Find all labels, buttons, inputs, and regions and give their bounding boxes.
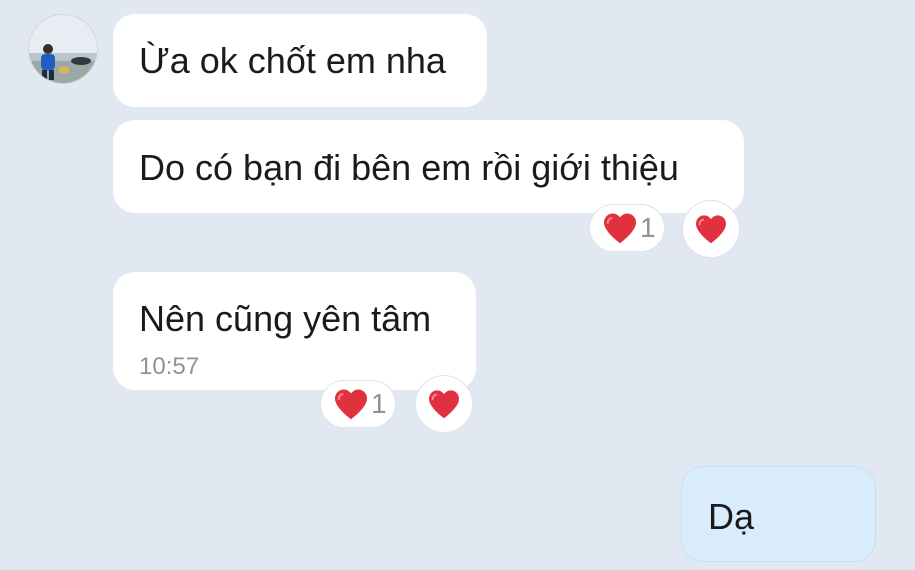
reaction-summary[interactable]: 1 [589,204,665,252]
message-text: Dạ [708,496,755,537]
message-bubble[interactable]: Do có bạn đi bên em rồi giới thiệu [113,120,744,213]
message-text: Ừa ok chốt em nha [139,40,446,81]
heart-icon [335,389,367,420]
message-timestamp: 10:57 [139,353,200,380]
outgoing-message-bubble[interactable]: Dạ [681,466,876,562]
sender-avatar[interactable] [28,14,98,84]
message-bubble[interactable]: Nên cũng yên tâm 10:57 [113,272,476,390]
reaction-summary[interactable]: 1 [320,380,396,428]
react-heart-button[interactable] [682,200,740,258]
heart-icon [696,215,726,244]
reaction-count: 1 [371,388,387,419]
heart-icon [604,213,636,244]
message-text: Nên cũng yên tâm [139,298,432,339]
message-text: Do có bạn đi bên em rồi giới thiệu [139,147,679,188]
reaction-count: 1 [640,212,656,243]
heart-icon [429,390,459,419]
react-heart-button[interactable] [415,375,473,433]
message-bubble[interactable]: Ừa ok chốt em nha [113,14,487,107]
